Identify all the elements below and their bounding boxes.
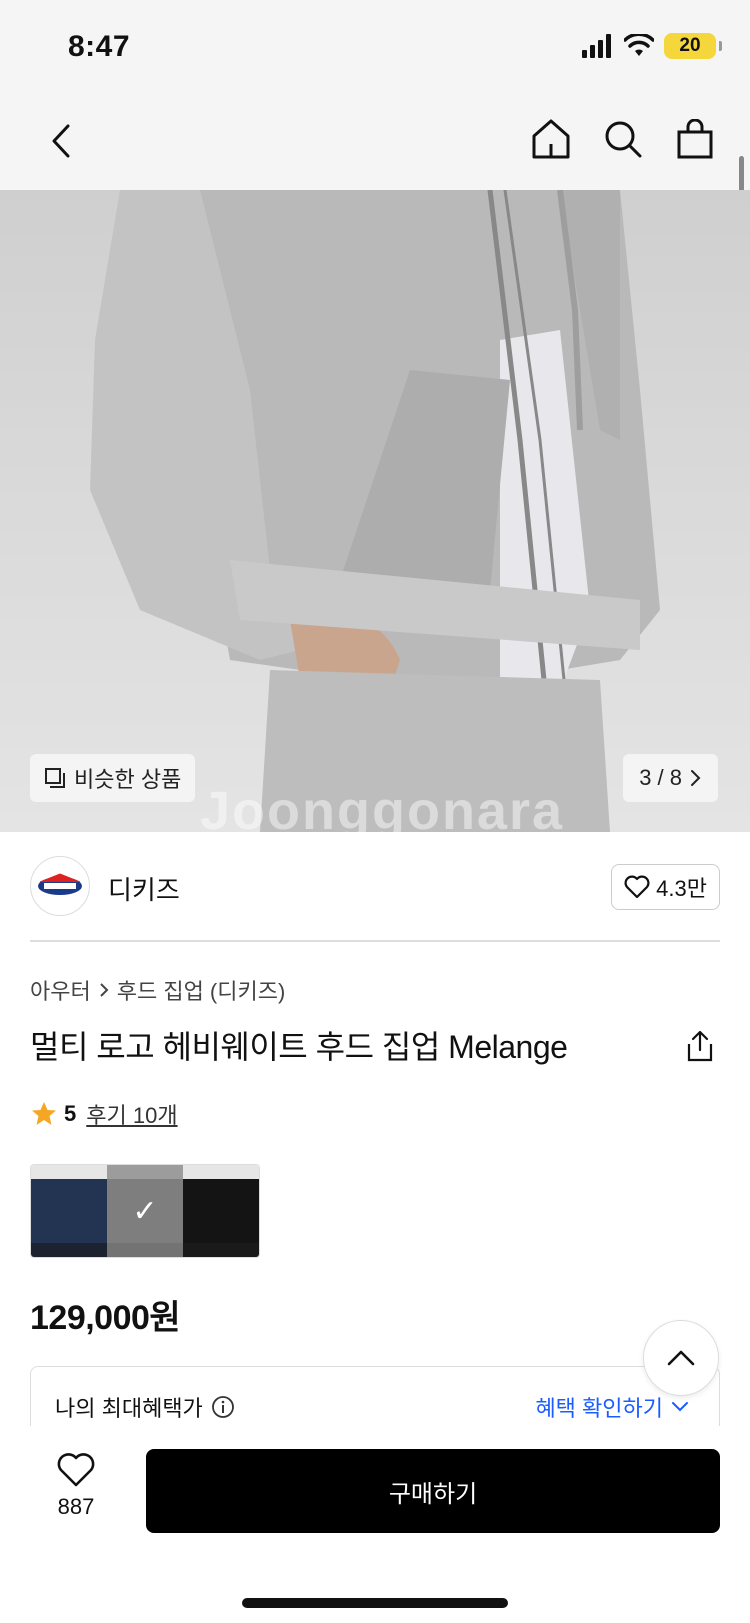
benefit-check-button[interactable]: 혜택 확인하기 (535, 1391, 689, 1423)
breadcrumb: 아우터 후드 집업 (디키즈) (30, 974, 285, 1006)
shopping-bag-icon (677, 119, 713, 159)
benefit-link-label: 혜택 확인하기 (535, 1396, 663, 1421)
copy-icon (45, 768, 65, 788)
brand-logo[interactable] (30, 856, 90, 916)
scroll-to-top-button[interactable] (643, 1320, 719, 1396)
home-icon (532, 119, 570, 159)
search-icon (605, 121, 642, 158)
swatch-navy[interactable] (31, 1165, 107, 1257)
wifi-icon (624, 34, 654, 56)
buy-button[interactable]: 구매하기 (146, 1449, 720, 1533)
rating-score: 5 (64, 1101, 77, 1126)
breadcrumb-level1[interactable]: 아우터 (30, 974, 91, 1006)
divider (30, 940, 720, 942)
wishlist-count: 887 (57, 1494, 95, 1519)
status-icons: 20 (582, 30, 722, 62)
benefit-label-group: 나의 최대혜택가 (55, 1391, 235, 1423)
back-button[interactable] (36, 116, 86, 166)
cart-button[interactable] (672, 114, 718, 164)
image-pager: 3 / 8 (639, 765, 682, 790)
info-icon[interactable] (211, 1395, 235, 1419)
chevron-down-icon (672, 1402, 688, 1412)
product-price: 129,000원 (30, 1299, 181, 1337)
rating: 5 후기 10개 (30, 1098, 178, 1130)
product-photo (90, 190, 660, 832)
chevron-left-icon (52, 124, 70, 158)
image-pager-button[interactable]: 3 / 8 (623, 754, 718, 802)
breadcrumb-level2[interactable]: 후드 집업 (디키즈) (117, 974, 286, 1006)
chevron-right-icon (691, 770, 701, 786)
search-button[interactable] (600, 114, 646, 164)
home-button[interactable] (528, 114, 574, 164)
brand-name[interactable]: 디키즈 (108, 870, 180, 907)
review-link[interactable]: 후기 10개 (86, 1098, 177, 1130)
star-icon (32, 1102, 56, 1125)
battery-indicator: 20 (664, 33, 722, 59)
swatch-melange[interactable] (107, 1165, 183, 1257)
brand-like-button[interactable]: 4.3만 (611, 864, 720, 910)
similar-products-label: 비슷한 상품 (74, 767, 182, 792)
share-button[interactable] (680, 1026, 720, 1066)
wishlist-button[interactable]: 887 (40, 1452, 112, 1520)
heart-icon (57, 1453, 95, 1487)
status-bar: 8:47 20 (0, 0, 750, 92)
chevron-up-icon (667, 1350, 695, 1366)
brand-row: 디키즈 4.3만 (30, 856, 720, 918)
dickies-logo-icon (38, 873, 82, 895)
product-title: 멀티 로고 헤비웨이트 후드 집업 Melange (30, 1029, 568, 1065)
signal-icon (582, 34, 611, 58)
heart-icon (624, 875, 650, 899)
home-indicator (242, 1598, 508, 1608)
swatch-black[interactable] (183, 1165, 259, 1257)
color-swatches (30, 1164, 260, 1258)
nav-actions (528, 114, 718, 164)
status-time: 8:47 (68, 30, 131, 63)
similar-products-button[interactable]: 비슷한 상품 (30, 754, 196, 802)
brand-like-count: 4.3만 (656, 876, 707, 901)
benefit-label: 나의 최대혜택가 (55, 1396, 203, 1421)
product-image[interactable]: Joonggonara (0, 190, 750, 832)
bottom-bar: 887 구매하기 (0, 1426, 750, 1623)
top-nav (0, 92, 750, 190)
watermark: Joonggonara (200, 781, 565, 832)
share-icon (687, 1030, 713, 1062)
chevron-right-icon (100, 983, 109, 997)
